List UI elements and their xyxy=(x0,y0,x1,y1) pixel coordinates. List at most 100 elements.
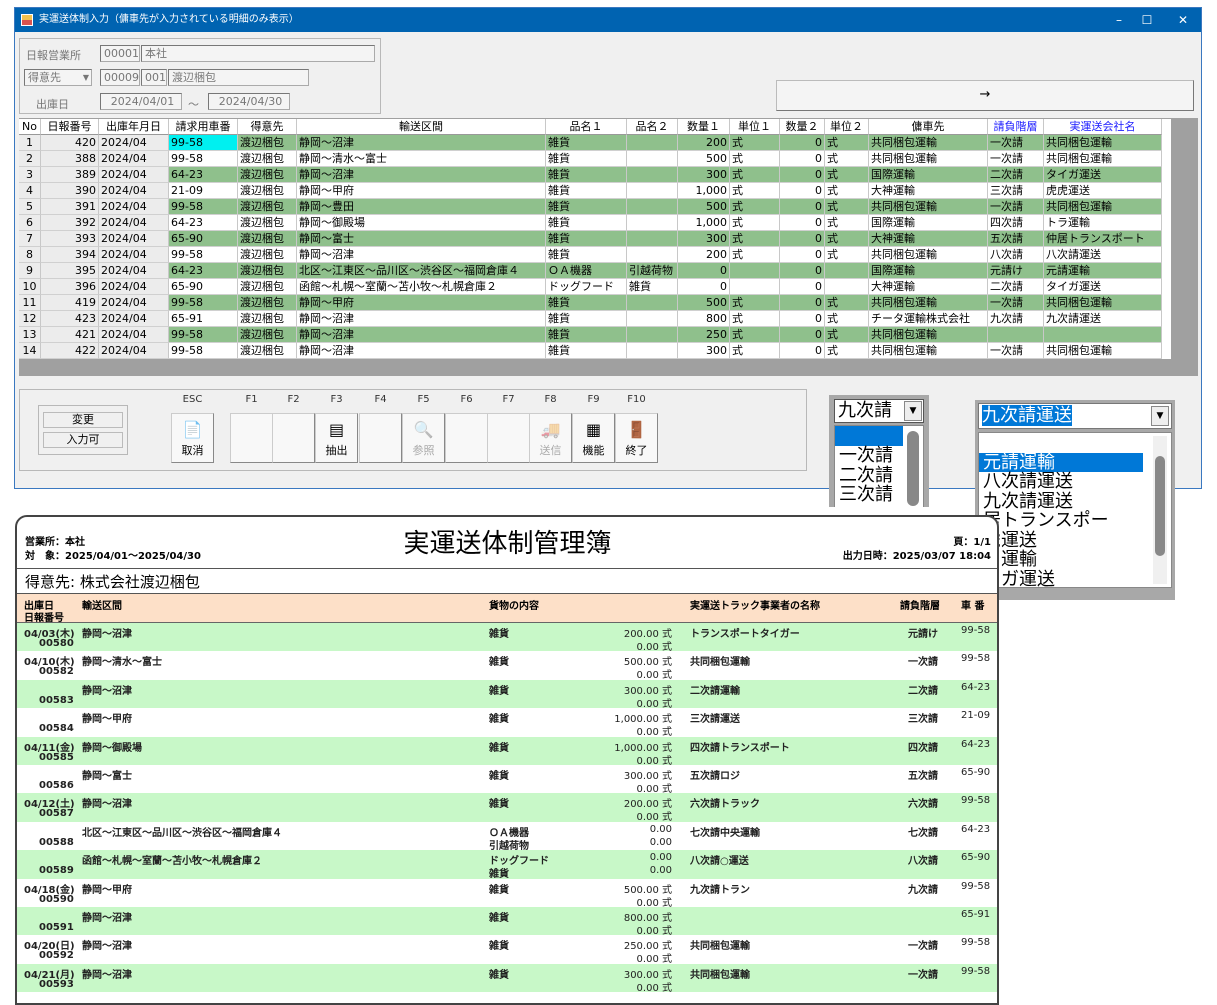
fkey-button-f1[interactable] xyxy=(230,413,273,463)
grid-cell[interactable]: 大神運輸 xyxy=(869,231,988,247)
company-dropdown[interactable]: 九次請運送 ▼ 元請運輸 八次請運送 九次請運送 居トランスポー 虎運送 ラ運輸 イガ運送 xyxy=(975,400,1175,600)
grid-cell[interactable]: 雑貨 xyxy=(546,135,627,151)
grid-cell[interactable]: 99-58 xyxy=(169,135,238,151)
grid-cell[interactable]: タイガ運送 xyxy=(1044,279,1162,295)
grid-cell[interactable]: 391 xyxy=(41,199,99,215)
column-header[interactable]: 品名２ xyxy=(627,119,678,135)
grid-cell[interactable]: 式 xyxy=(730,167,780,183)
grid-cell[interactable]: 一次請 xyxy=(988,135,1044,151)
grid-cell[interactable]: 共同梱包運輸 xyxy=(869,247,988,263)
grid-cell[interactable]: 渡辺梱包 xyxy=(238,279,297,295)
grid-cell[interactable] xyxy=(627,327,678,343)
grid-cell[interactable]: 国際運輸 xyxy=(869,167,988,183)
grid-cell[interactable] xyxy=(627,183,678,199)
office-code-field[interactable]: 00001 xyxy=(100,45,140,62)
table-row[interactable]: 13 421 2024/04 99-58 渡辺梱包 静岡～沼津 雑貨 250 式 0 式共同梱包運輸 xyxy=(19,327,1162,343)
grid-cell[interactable]: 394 xyxy=(41,247,99,263)
grid-cell[interactable]: 5 xyxy=(19,199,41,215)
grid-cell[interactable]: 引越荷物 xyxy=(627,263,678,279)
grid-cell[interactable] xyxy=(627,311,678,327)
grid-cell[interactable]: 0 xyxy=(780,167,825,183)
grid-cell[interactable]: 500 xyxy=(678,151,730,167)
grid-cell[interactable]: 雑貨 xyxy=(546,311,627,327)
grid-cell[interactable]: 雑貨 xyxy=(627,279,678,295)
grid-cell[interactable]: 共同梱包運輸 xyxy=(1044,343,1162,359)
grid-cell[interactable]: 65-90 xyxy=(169,279,238,295)
grid-cell[interactable]: 式 xyxy=(730,247,780,263)
company-option[interactable]: 虎運送 xyxy=(979,530,1143,551)
grid-cell[interactable]: 仲居トランスポート xyxy=(1044,231,1162,247)
chevron-down-icon[interactable]: ▼ xyxy=(904,401,922,421)
grid-cell[interactable]: 64-23 xyxy=(169,167,238,183)
grid-cell[interactable]: 420 xyxy=(41,135,99,151)
chevron-down-icon[interactable]: ▼ xyxy=(1151,406,1169,426)
data-grid[interactable]: No 日報番号 出庫年月日 請求用車番 得意先 輸送区間 品名１ 品名２ 数量１ 単位１ 数量２ 単位… xyxy=(19,119,1171,359)
grid-cell[interactable]: 雑貨 xyxy=(546,231,627,247)
grid-cell[interactable] xyxy=(627,151,678,167)
grid-cell[interactable]: 渡辺梱包 xyxy=(238,343,297,359)
maximize-button[interactable]: ☐ xyxy=(1129,8,1165,32)
grid-cell[interactable]: 式 xyxy=(730,215,780,231)
table-row[interactable]: 4 390 2024/04 21-09 渡辺梱包 静岡～甲府 雑貨 1,000 式 0 式大神運輸三… xyxy=(19,183,1162,199)
grid-cell[interactable]: 二次請 xyxy=(988,167,1044,183)
fkey-button-f4[interactable] xyxy=(359,413,402,463)
company-option-list[interactable]: 元請運輸 八次請運送 九次請運送 居トランスポー 虎運送 ラ運輸 イガ運送 xyxy=(978,432,1172,588)
column-header[interactable]: 請負階層 xyxy=(988,119,1044,135)
grid-cell[interactable]: 99-58 xyxy=(169,327,238,343)
grid-cell[interactable]: 0 xyxy=(780,215,825,231)
grid-cell[interactable]: 静岡～御殿場 xyxy=(297,215,546,231)
grid-cell[interactable]: 2024/04 xyxy=(99,327,169,343)
fkey-button-f7[interactable] xyxy=(487,413,530,463)
grid-cell[interactable]: 共同梱包運輸 xyxy=(869,327,988,343)
grid-cell[interactable]: 2024/04 xyxy=(99,215,169,231)
grid-cell[interactable]: 0 xyxy=(780,183,825,199)
grid-cell[interactable]: 式 xyxy=(825,231,869,247)
grid-cell[interactable]: 389 xyxy=(41,167,99,183)
grid-cell[interactable]: 9 xyxy=(19,263,41,279)
grid-cell[interactable]: 式 xyxy=(825,295,869,311)
grid-cell[interactable]: 64-23 xyxy=(169,215,238,231)
company-option[interactable] xyxy=(979,433,1143,453)
table-row[interactable]: 10 396 2024/04 65-90 渡辺梱包 函館～札幌～室蘭～苫小牧～札幌倉庫２ ド… xyxy=(19,279,1162,295)
grid-cell[interactable] xyxy=(627,135,678,151)
grid-cell[interactable]: 式 xyxy=(730,135,780,151)
grid-cell[interactable]: 雑貨 xyxy=(546,199,627,215)
grid-cell[interactable]: 2024/04 xyxy=(99,183,169,199)
grid-cell[interactable]: 393 xyxy=(41,231,99,247)
grid-cell[interactable]: 元請運輸 xyxy=(1044,263,1162,279)
column-header[interactable]: 傭車先 xyxy=(869,119,988,135)
fkey-button-f3[interactable]: ▤ 抽出 xyxy=(315,413,358,463)
grid-cell[interactable]: 雑貨 xyxy=(546,327,627,343)
grid-cell[interactable]: 渡辺梱包 xyxy=(238,311,297,327)
grid-cell[interactable]: 0 xyxy=(780,231,825,247)
grid-cell[interactable]: 一次請 xyxy=(988,199,1044,215)
grid-cell[interactable]: 99-58 xyxy=(169,199,238,215)
grid-cell[interactable]: 静岡～沼津 xyxy=(297,135,546,151)
grid-cell[interactable]: 式 xyxy=(825,199,869,215)
grid-cell[interactable]: 八次請 xyxy=(988,247,1044,263)
grid-cell[interactable]: 共同梱包運輸 xyxy=(1044,151,1162,167)
grid-cell[interactable]: 共同梱包運輸 xyxy=(869,295,988,311)
grid-cell[interactable]: 渡辺梱包 xyxy=(238,231,297,247)
table-row[interactable]: 8 394 2024/04 99-58 渡辺梱包 静岡～沼津 雑貨 200 式 0 式共同梱包運輸八… xyxy=(19,247,1162,263)
grid-cell[interactable]: 0 xyxy=(780,295,825,311)
grid-cell[interactable]: 式 xyxy=(730,231,780,247)
table-row[interactable]: 12 423 2024/04 65-91 渡辺梱包 静岡～沼津 雑貨 800 式 0 式チータ運輸株… xyxy=(19,311,1162,327)
grid-cell[interactable]: 静岡～沼津 xyxy=(297,327,546,343)
grid-cell[interactable]: 静岡～沼津 xyxy=(297,343,546,359)
grid-cell[interactable]: 雑貨 xyxy=(546,295,627,311)
table-row[interactable]: 11 419 2024/04 99-58 渡辺梱包 静岡～甲府 雑貨 500 式 0 式共同梱包運輸… xyxy=(19,295,1162,311)
grid-cell[interactable]: 300 xyxy=(678,343,730,359)
grid-cell[interactable]: 静岡～沼津 xyxy=(297,167,546,183)
grid-cell[interactable]: 式 xyxy=(825,311,869,327)
grid-cell[interactable]: 7 xyxy=(19,231,41,247)
grid-cell[interactable]: 0 xyxy=(780,263,825,279)
grid-cell[interactable]: 0 xyxy=(678,279,730,295)
grid-cell[interactable]: 1 xyxy=(19,135,41,151)
grid-cell[interactable]: 0 xyxy=(780,135,825,151)
company-dropdown-value[interactable]: 九次請運送 ▼ xyxy=(978,403,1172,429)
grid-cell[interactable]: 式 xyxy=(825,215,869,231)
grid-cell[interactable]: 99-58 xyxy=(169,295,238,311)
grid-cell[interactable]: 渡辺梱包 xyxy=(238,183,297,199)
grid-cell[interactable] xyxy=(730,263,780,279)
